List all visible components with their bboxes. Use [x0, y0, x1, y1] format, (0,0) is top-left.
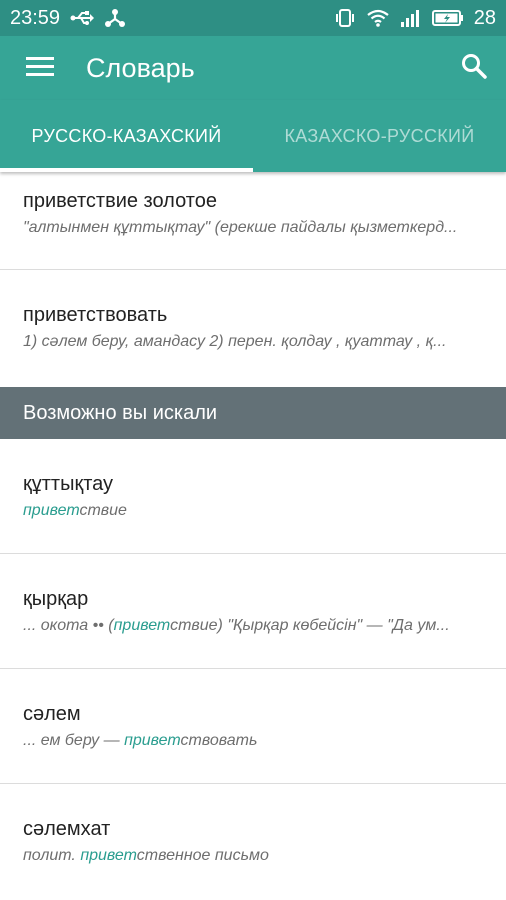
status-time: 23:59	[10, 6, 61, 29]
status-bar: 23:59 28	[0, 0, 506, 36]
entry-definition: ... окота •• (приветствие) "Қырқар көбей…	[23, 617, 499, 635]
def-highlight: привет	[124, 732, 181, 749]
results-list: приветствие золотое "алтынмен құттықтау"…	[0, 172, 506, 900]
def-highlight: привет	[113, 617, 171, 634]
suggestions-header: Возможно вы искали	[0, 387, 506, 439]
def-prefix: полит.	[23, 847, 81, 864]
entry-word: сәлем	[23, 703, 81, 725]
entry-word: қырқар	[23, 588, 89, 610]
list-item[interactable]: сәлемхат полит. приветственное письмо	[0, 784, 506, 900]
menu-button[interactable]	[10, 36, 70, 100]
entry-definition: полит. приветственное письмо	[23, 847, 499, 865]
app-bar: Словарь	[0, 36, 506, 100]
tab-russian-kazakh[interactable]: РУССКО-КАЗАХСКИЙ	[0, 100, 253, 172]
list-item[interactable]: құттықтау приветствие	[0, 439, 506, 554]
app-title: Словарь	[86, 52, 195, 83]
list-item[interactable]: приветствие золотое "алтынмен құттықтау"…	[0, 190, 506, 270]
def-suffix: ствие	[79, 502, 127, 519]
def-prefix: ... окота •• (	[23, 617, 114, 634]
share-icon	[104, 8, 126, 28]
entry-word: құттықтау	[23, 473, 114, 495]
def-suffix: ственное письмо	[136, 847, 269, 864]
vibrate-icon	[334, 8, 356, 28]
wifi-icon	[366, 9, 390, 27]
def-highlight: привет	[80, 847, 137, 864]
list-item[interactable]: приветствовать 1) сәлем беру, амандасу 2…	[0, 270, 506, 387]
entry-definition: приветствие	[23, 502, 499, 520]
status-right: 28	[334, 7, 496, 30]
entry-word: приветствовать	[23, 304, 168, 326]
entry-word: приветствие золотое	[23, 190, 217, 212]
battery-icon	[431, 9, 464, 27]
search-icon	[461, 53, 487, 84]
def-highlight: привет	[23, 502, 80, 519]
status-left: 23:59	[10, 7, 126, 30]
entry-definition: 1) сәлем беру, амандасу 2) перен. қолдау…	[23, 333, 447, 350]
entry-definition: "алтынмен құттықтау" (ерекше пайдалы қыз…	[23, 219, 458, 236]
list-item[interactable]: қырқар ... окота •• (приветствие) "Қырқа…	[0, 554, 506, 669]
search-button[interactable]	[442, 36, 506, 100]
def-suffix: ствие) "Қырқар көбейсін" — "Да ум...	[170, 617, 450, 634]
usb-icon	[70, 10, 95, 26]
list-item[interactable]: сәлем ... ем беру — приветствовать	[0, 669, 506, 784]
def-suffix: ствовать	[180, 732, 258, 749]
battery-percent: 28	[473, 6, 496, 29]
tab-bar: РУССКО-КАЗАХСКИЙ КАЗАХСКО-РУССКИЙ	[0, 100, 506, 172]
entry-definition: ... ем беру — приветствовать	[23, 732, 499, 750]
tab-kazakh-russian[interactable]: КАЗАХСКО-РУССКИЙ	[253, 100, 506, 172]
signal-icon	[400, 8, 422, 28]
def-prefix: ... ем беру —	[23, 732, 125, 749]
entry-word: сәлемхат	[23, 818, 111, 840]
hamburger-menu-icon	[26, 55, 54, 82]
